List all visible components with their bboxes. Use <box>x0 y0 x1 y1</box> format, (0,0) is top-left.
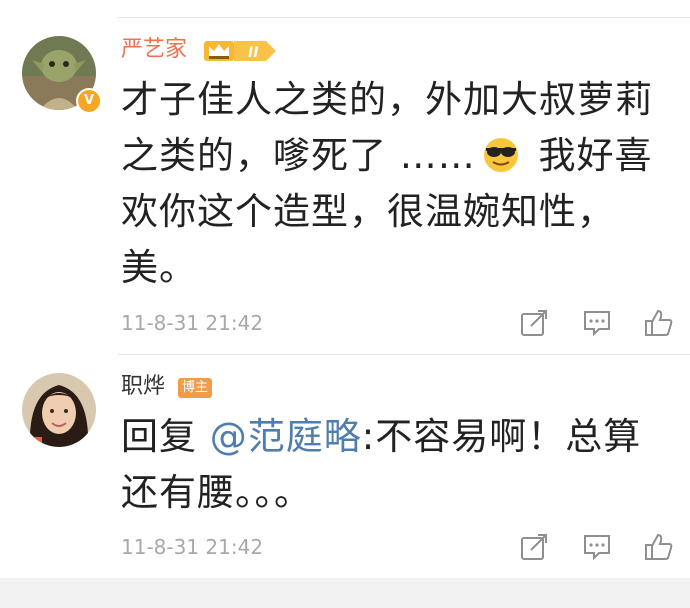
like-thumb-icon[interactable] <box>644 532 674 562</box>
comment-item: V 严艺家 II 才子佳人之类的，外加大叔萝莉之类的，嗲死了 …… 我好喜欢你这… <box>0 18 690 354</box>
timestamp: 11-8-31 21:42 <box>121 311 264 335</box>
vip-crown-badge-icon[interactable]: II <box>204 40 276 62</box>
comment-item: 职烨 博主 回复 @范庭略:不容易啊！总算还有腰。。。 11-8-31 21:4… <box>0 355 690 578</box>
reply-prefix: 回复 <box>121 415 210 458</box>
comment-icon[interactable] <box>582 532 612 562</box>
verified-badge-icon: V <box>76 88 102 114</box>
repost-icon[interactable] <box>519 532 549 562</box>
bottom-band <box>0 578 690 608</box>
avatar[interactable] <box>22 373 96 447</box>
vip-level-text: II <box>248 45 258 61</box>
like-thumb-icon[interactable] <box>644 308 674 338</box>
comment-text: 才子佳人之类的，外加大叔萝莉之类的，嗲死了 …… 我好喜欢你这个造型，很温婉知性… <box>121 72 676 296</box>
timestamp: 11-8-31 21:42 <box>121 535 264 559</box>
mention-link[interactable]: @范庭略 <box>210 415 362 458</box>
username[interactable]: 职烨 <box>121 373 165 401</box>
comment-icon[interactable] <box>582 308 612 338</box>
cool-sunglasses-emoji-icon <box>483 138 518 172</box>
comment-text: 回复 @范庭略:不容易啊！总算还有腰。。。 <box>121 409 676 521</box>
repost-icon[interactable] <box>519 308 549 338</box>
username[interactable]: 严艺家 <box>121 36 187 64</box>
author-badge: 博主 <box>178 378 213 398</box>
